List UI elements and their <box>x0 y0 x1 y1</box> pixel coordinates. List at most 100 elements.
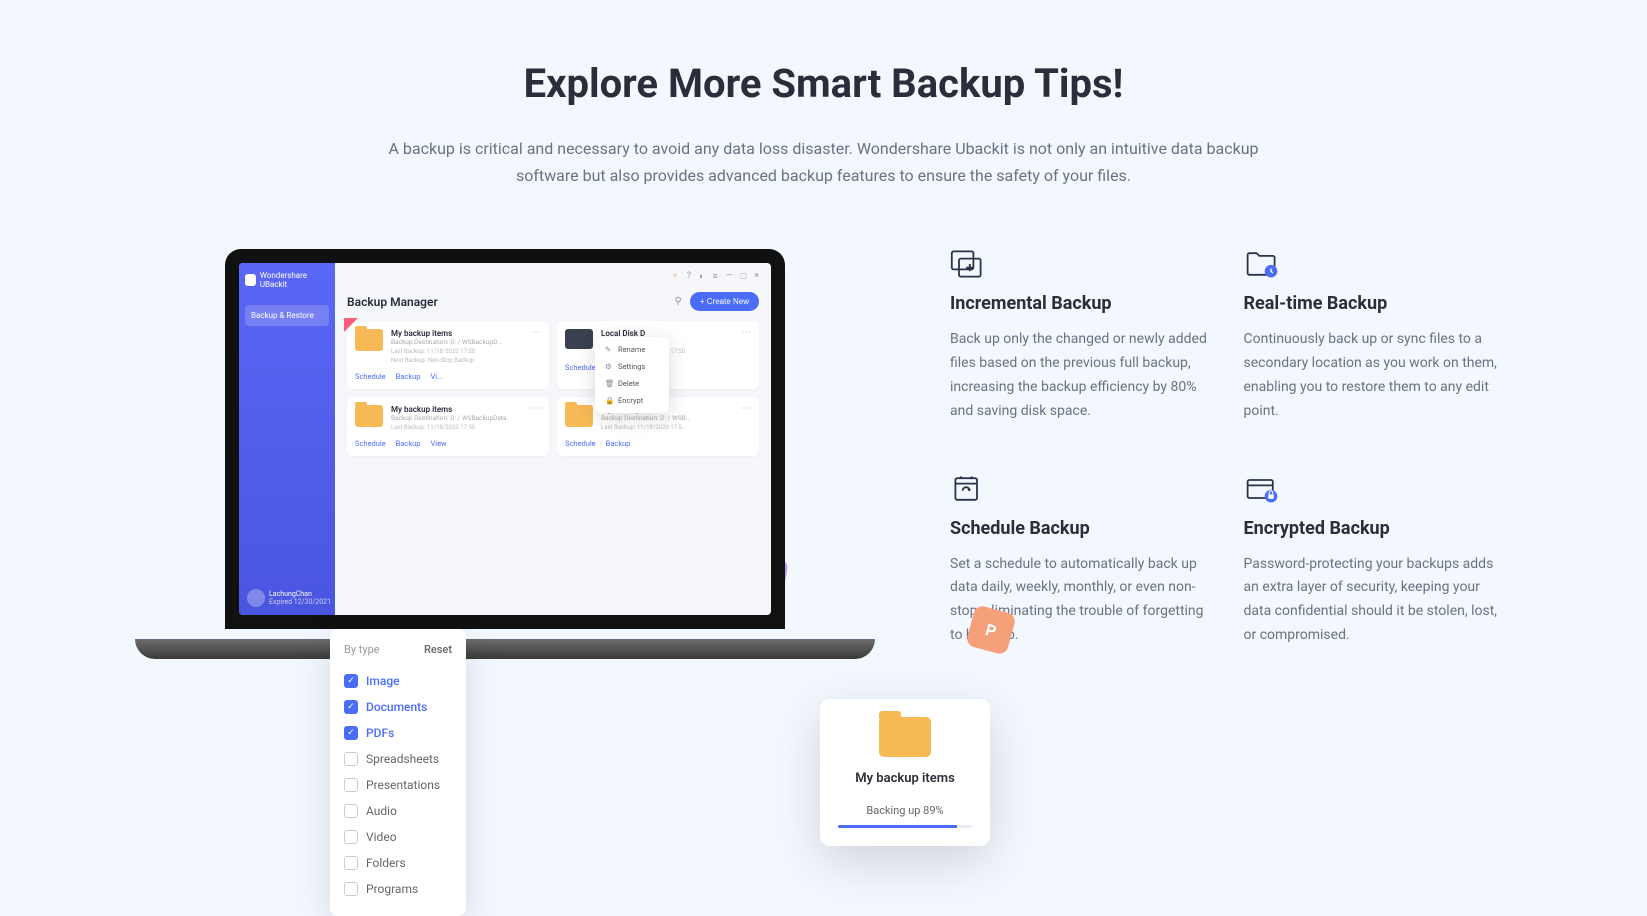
backup-card[interactable]: ⋯My backup itemsBackup Destination: D: /… <box>347 397 549 456</box>
filter-label: Image <box>366 674 400 688</box>
user-expire: Expired 12/30/2021 <box>269 598 331 606</box>
feature-title: Real-time Backup <box>1244 293 1508 314</box>
feature-icon <box>1244 249 1280 279</box>
feature-icon <box>1244 474 1280 504</box>
feature-title: Schedule Backup <box>950 518 1214 539</box>
cart-icon[interactable]: ⚬ <box>671 271 679 282</box>
feature-title: Encrypted Backup <box>1244 518 1508 539</box>
folder-icon <box>355 405 383 427</box>
encrypt-icon: 🔒 <box>605 396 613 405</box>
ctx-encrypt[interactable]: 🔒Encrypt <box>595 392 669 409</box>
card-action-backup[interactable]: Backup <box>606 439 631 448</box>
filter-spreadsheets[interactable]: Spreadsheets <box>344 746 452 772</box>
folder-icon <box>565 405 593 427</box>
user-name: LachungChan <box>269 590 331 598</box>
feature-encrypted-backup: Encrypted Backup Password-protecting your… <box>1244 474 1508 648</box>
backup-meta: Next Backup: Non-Stop Backup <box>391 357 541 364</box>
checkbox-icon <box>344 778 358 792</box>
backup-card[interactable]: ⋯My backup itemsBackup Destination: D: /… <box>347 321 549 389</box>
laptop-illustration: ✓ ♪ P Wondershare UBackit Backup & Resto… <box>140 249 870 649</box>
brand-icon <box>245 274 256 286</box>
card-action-schedule[interactable]: Schedule <box>565 363 596 372</box>
filter-image[interactable]: ✓ Image <box>344 668 452 694</box>
filter-label: Presentations <box>366 778 440 792</box>
feature-desc: Continuously back up or sync files to a … <box>1244 328 1508 423</box>
filter-label: Documents <box>366 700 427 714</box>
page-subtitle: A backup is critical and necessary to av… <box>384 135 1264 189</box>
filter-pdfs[interactable]: ✓PDFs <box>344 720 452 746</box>
feature-title: Incremental Backup <box>950 293 1214 314</box>
filter-video[interactable]: Video <box>344 824 452 850</box>
backup-meta: Last Backup: 11/18/2020 17:5... <box>601 424 751 431</box>
minimize-icon[interactable]: — <box>726 271 733 282</box>
backup-name: My backup items <box>391 405 541 414</box>
decorative-tile-orange: P <box>965 605 1016 656</box>
folder-icon <box>879 717 931 757</box>
more-icon[interactable]: ⋯ <box>741 403 751 414</box>
popup-status: Backing up 89% <box>838 804 972 817</box>
checkbox-icon <box>344 804 358 818</box>
feature-icon <box>950 249 986 279</box>
sidebar-backup-restore[interactable]: Backup & Restore <box>245 305 329 326</box>
folder-icon <box>355 329 383 351</box>
help-icon[interactable]: ? <box>687 271 691 282</box>
card-action-view[interactable]: View <box>430 439 446 448</box>
more-icon[interactable]: ⋯ <box>531 327 541 338</box>
page-title: Explore More Smart Backup Tips! <box>140 60 1507 107</box>
maximize-icon[interactable]: □ <box>741 271 746 282</box>
delete-icon: 🗑 <box>605 379 613 388</box>
ctx-settings[interactable]: ⚙Settings <box>595 358 669 375</box>
progress-bar <box>838 825 972 828</box>
filter-folders[interactable]: Folders <box>344 850 452 876</box>
checkbox-icon <box>344 882 358 896</box>
checkbox-icon <box>344 830 358 844</box>
filter-documents[interactable]: ✓ Documents <box>344 694 452 720</box>
backup-dest: Backup Destination: D: / WSBackupD... <box>391 338 541 346</box>
feature-desc: Back up only the changed or newly added … <box>950 328 1214 423</box>
filter-panel: By type Reset ✓ Image ✓ Documents ✓PDFsSprea… <box>330 629 466 916</box>
card-action-backup[interactable]: Backup <box>396 372 421 381</box>
backup-name: My backup items <box>391 329 541 338</box>
settings-icon: ⚙ <box>605 362 613 371</box>
filter-label: Programs <box>366 882 418 896</box>
feature-desc: Password-protecting your backups adds an… <box>1244 553 1508 648</box>
backup-dest: Backup Destination: D: / WSBackupData <box>391 414 541 422</box>
checkbox-icon <box>344 752 358 766</box>
sidebar-user[interactable]: LachungChan Expired 12/30/2021 <box>247 589 331 607</box>
card-action-schedule[interactable]: Schedule <box>355 372 386 381</box>
filter-label: Audio <box>366 804 397 818</box>
close-icon[interactable]: × <box>754 271 759 282</box>
feature-real-time-backup: Real-time Backup Continuously back up or … <box>1244 249 1508 423</box>
headset-icon[interactable]: ◐ <box>699 271 704 282</box>
filter-presentations[interactable]: Presentations <box>344 772 452 798</box>
filter-label: PDFs <box>366 726 394 740</box>
checkbox-icon: ✓ <box>344 700 358 714</box>
popup-title: My backup items <box>838 771 972 786</box>
backup-dest: Backup Destination: D: / WSB... <box>601 414 751 422</box>
create-new-button[interactable]: + Create New <box>690 292 759 311</box>
ctx-rename[interactable]: ✎Rename <box>595 341 669 358</box>
checkbox-icon: ✓ <box>344 674 358 688</box>
card-action-schedule[interactable]: Schedule <box>355 439 386 448</box>
brand-label: Wondershare UBackit <box>260 271 329 289</box>
card-action-schedule[interactable]: Schedule <box>565 439 596 448</box>
filter-audio[interactable]: Audio <box>344 798 452 824</box>
disk-icon <box>565 329 593 349</box>
search-icon[interactable]: ⚲ <box>675 296 682 307</box>
card-action-backup[interactable]: Backup <box>396 439 421 448</box>
backup-meta: Last Backup: 11/18/2020 17:50 <box>391 348 541 355</box>
card-action-vi[interactable]: Vi... <box>430 372 443 381</box>
menu-icon[interactable]: ≡ <box>712 271 717 282</box>
filter-by-label: By type <box>344 643 380 656</box>
app-brand: Wondershare UBackit <box>245 271 329 289</box>
window-controls: ⚬ ? ◐ ≡ — □ × <box>671 271 759 282</box>
filter-reset[interactable]: Reset <box>424 643 452 656</box>
backup-progress-popup: My backup items Backing up 89% <box>820 699 990 846</box>
more-icon[interactable]: ⋯ <box>741 327 751 338</box>
ctx-delete[interactable]: 🗑Delete <box>595 375 669 392</box>
feature-incremental-backup: Incremental Backup Back up only the chang… <box>950 249 1214 423</box>
filter-label: Video <box>366 830 397 844</box>
filter-programs[interactable]: Programs <box>344 876 452 902</box>
more-icon[interactable]: ⋯ <box>531 403 541 414</box>
filter-label: Folders <box>366 856 406 870</box>
